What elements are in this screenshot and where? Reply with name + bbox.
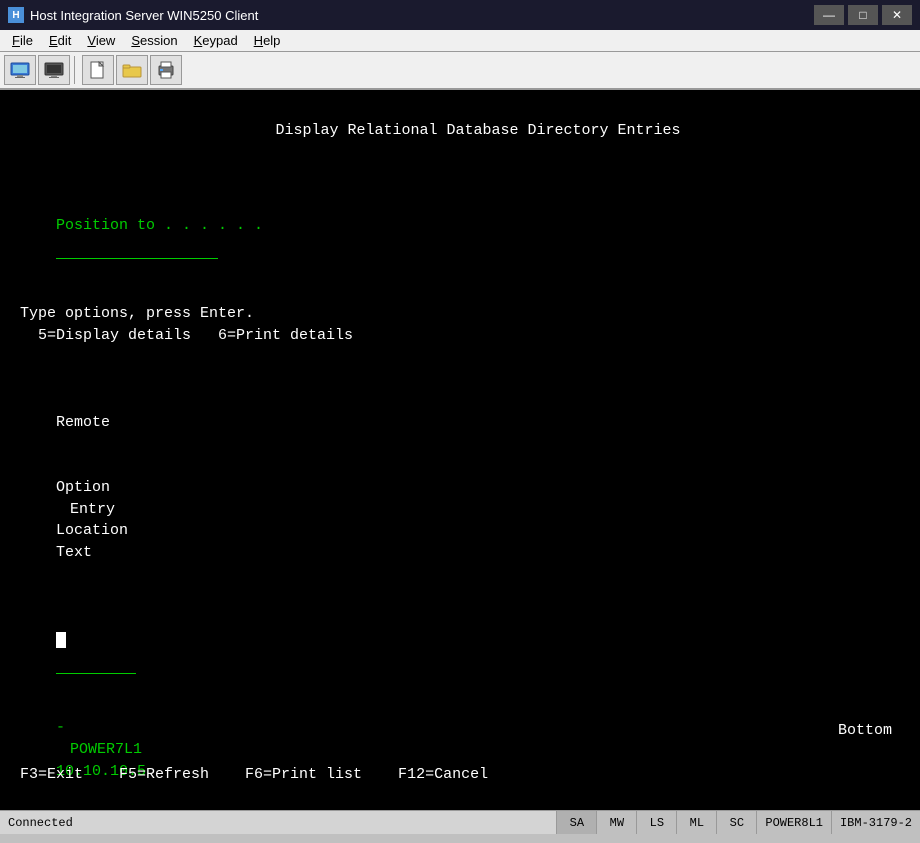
col-header-row1: Remote: [20, 368, 900, 455]
menu-bar: File Edit View Session Keypad Help: [0, 30, 920, 52]
status-bar: Connected SA MW LS ML SC POWER8L1 IBM-31…: [0, 810, 920, 834]
spacer-1: [20, 171, 900, 193]
status-badge-sc: SC: [716, 811, 756, 834]
data-row-1: - POWER7L1 10.10.10.5: [20, 695, 900, 810]
title-bar-controls: — □ ✕: [814, 5, 912, 25]
terminal-screen: Display Relational Database Directory En…: [0, 90, 920, 810]
menu-file[interactable]: File: [4, 31, 41, 50]
menu-edit[interactable]: Edit: [41, 31, 79, 50]
instructions-line1: Type options, press Enter.: [20, 303, 900, 325]
maximize-button[interactable]: □: [848, 5, 878, 25]
bottom-label: Bottom: [838, 720, 892, 742]
new-button[interactable]: [82, 55, 114, 85]
menu-view[interactable]: View: [79, 31, 123, 50]
status-badge-mw: MW: [596, 811, 636, 834]
status-connected: Connected: [0, 816, 556, 830]
status-badge-sa: SA: [556, 811, 596, 834]
app-icon: H: [8, 7, 24, 23]
status-badge-ibm: IBM-3179-2: [831, 811, 920, 834]
option-input-row: [20, 586, 900, 696]
col-header-row2: Option Entry Location Text: [20, 455, 900, 586]
function-keys: F3=Exit F5=Refresh F6=Print list F12=Can…: [20, 764, 488, 786]
spacer-2: [20, 281, 900, 303]
minimize-button[interactable]: —: [814, 5, 844, 25]
disconnect-button[interactable]: [38, 55, 70, 85]
screen-title: Display Relational Database Directory En…: [20, 98, 900, 163]
status-badge-ml: ML: [676, 811, 716, 834]
position-label: Position to . . . . . .: [56, 217, 263, 234]
status-badge-power8l1: POWER8L1: [756, 811, 831, 834]
toolbar-sep-1: [74, 56, 78, 84]
print-button[interactable]: [150, 55, 182, 85]
menu-session[interactable]: Session: [123, 31, 185, 50]
status-badge-ls: LS: [636, 811, 676, 834]
spacer-3: [20, 346, 900, 368]
connect-button[interactable]: [4, 55, 36, 85]
cursor[interactable]: [56, 632, 66, 648]
instructions-line2: 5=Display details 6=Print details: [20, 325, 900, 347]
title-bar-left: H Host Integration Server WIN5250 Client: [8, 7, 258, 23]
toolbar: [0, 52, 920, 90]
close-button[interactable]: ✕: [882, 5, 912, 25]
menu-help[interactable]: Help: [246, 31, 289, 50]
title-bar: H Host Integration Server WIN5250 Client…: [0, 0, 920, 30]
menu-keypad[interactable]: Keypad: [186, 31, 246, 50]
open-button[interactable]: [116, 55, 148, 85]
window-title: Host Integration Server WIN5250 Client: [30, 8, 258, 23]
position-to-line: Position to . . . . . .: [20, 193, 900, 281]
position-input-underline[interactable]: [56, 237, 218, 260]
